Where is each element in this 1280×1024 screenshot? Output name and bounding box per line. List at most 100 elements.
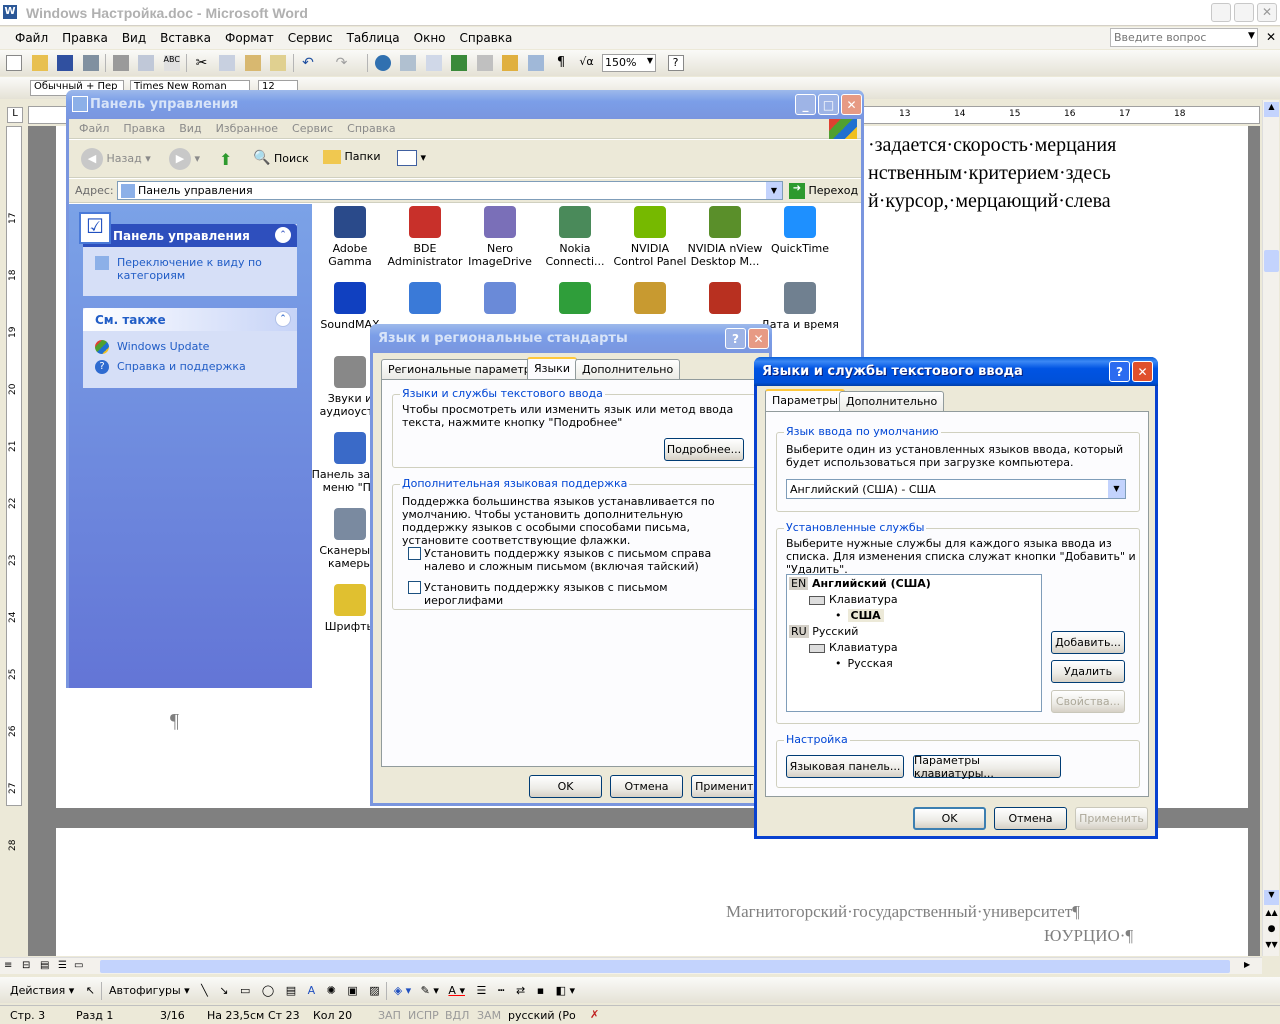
tab-selector[interactable]: L [7,107,23,123]
cp-icon-item[interactable] [610,282,690,318]
help-support-link[interactable]: ? Справка и поддержка [95,360,246,374]
3d-icon[interactable]: ◧ ▾ [556,984,575,997]
word-menu-item[interactable]: Формат [225,31,274,45]
copy-icon[interactable] [219,55,235,71]
tree-item-ru-keyboard[interactable]: Клавиатура [809,641,898,654]
spelling-status-icon[interactable]: ✗ [590,1008,599,1021]
cp-icon-item[interactable]: NVIDIA nView Desktop M... [685,206,765,268]
wordart-icon[interactable]: A [308,984,316,997]
vertical-scrollbar[interactable]: ▲ ▼ ▲▲ ● ▼▼ [1262,100,1279,956]
status-trk[interactable]: ИСПР [408,1009,439,1022]
cp-icon-item[interactable] [535,282,615,318]
cp-menu-item[interactable]: Файл [79,122,109,135]
word-menu-item[interactable]: Файл [15,31,48,45]
address-input[interactable]: Панель управления ▼ [117,181,783,200]
outline-view-icon[interactable]: ☰ [58,960,67,971]
regional-close-button[interactable]: ✕ [748,328,769,349]
docmap-icon[interactable] [527,55,544,71]
excel-icon[interactable] [451,55,467,71]
cp-icon-item[interactable]: Дата и время [760,282,840,331]
scroll-right-icon[interactable]: ▶ [1244,960,1250,969]
undo-icon[interactable]: ↶ [300,55,316,71]
hscroll-thumb[interactable] [100,960,1230,973]
complex-script-checkbox[interactable]: Установить поддержку языков с письмом сп… [408,547,738,573]
help-dropdown-icon[interactable]: ▼ [1248,31,1255,41]
normal-view-icon[interactable]: ≡ [4,960,12,971]
help-icon[interactable]: ? [667,55,684,71]
prev-page-icon[interactable]: ▲▲ [1264,908,1279,922]
properties-button[interactable]: Свойства... [1051,690,1125,713]
svc-apply-button[interactable]: Применить [1075,807,1148,830]
cp-icon-item[interactable] [685,282,765,318]
draw-actions-menu[interactable]: Действия ▾ [10,984,74,997]
select-objects-icon[interactable]: ↖ [86,984,95,997]
see-also-header[interactable]: См. также [83,308,297,331]
drawing-icon[interactable] [502,55,518,71]
select-dropdown-icon[interactable]: ▼ [1108,480,1125,498]
diagram-icon[interactable]: ✺ [327,984,336,997]
maximize-button[interactable] [1234,3,1254,22]
regional-cancel-button[interactable]: Отмена [610,775,683,798]
cp-icon-item[interactable]: Nero ImageDrive [460,206,540,268]
line-style-icon[interactable]: ☰ [476,984,486,997]
word-menu-item[interactable]: Правка [62,31,108,45]
cp-icon-item[interactable] [460,282,540,318]
details-button[interactable]: Подробнее... [664,438,744,461]
cp-menu-item[interactable]: Сервис [292,122,333,135]
dash-style-icon[interactable]: ┅ [498,984,505,997]
svc-help-button[interactable]: ? [1109,361,1130,382]
tree-item-en-keyboard[interactable]: Клавиатура [809,593,898,606]
cp-menu-item[interactable]: Справка [347,122,395,135]
go-button[interactable]: ➜ Переход [789,183,858,199]
arrow-icon[interactable]: ↘ [219,984,228,997]
show-formatting-icon[interactable]: ¶ [553,55,569,71]
svc-ok-button[interactable]: OK [913,807,986,830]
picture-icon[interactable]: ▨ [369,984,379,997]
save-icon[interactable] [57,55,73,71]
scroll-thumb[interactable] [1264,250,1279,272]
checkbox[interactable] [408,547,421,560]
windows-update-link[interactable]: Windows Update [95,340,209,354]
line-color-icon[interactable]: ✎ ▾ [421,984,439,997]
language-bar-button[interactable]: Языковая панель... [786,755,904,778]
status-rec[interactable]: ЗАП [378,1009,401,1022]
browse-object-icon[interactable]: ● [1264,924,1279,938]
folders-button[interactable]: Папки [323,150,381,164]
svc-close-button[interactable]: ✕ [1132,361,1153,382]
zoom-box[interactable]: 150% ▼ [602,54,656,72]
fill-color-icon[interactable]: ◈ ▾ [394,984,411,997]
cp-menu-item[interactable]: Избранное [216,122,278,135]
tab-settings[interactable]: Параметры [765,389,845,411]
regional-ok-button[interactable]: OK [529,775,602,798]
spelling-icon[interactable]: ABC [163,55,180,71]
address-dropdown-icon[interactable]: ▼ [766,182,782,199]
format-painter-icon[interactable] [270,55,286,71]
tree-item-english[interactable]: EN Английский (США) [789,577,931,590]
redo-icon[interactable]: ↷ [334,55,350,71]
cut-icon[interactable]: ✂ [194,55,210,71]
forward-button[interactable]: ▶ ▾ [169,148,200,170]
views-button[interactable]: ▾ [397,150,426,166]
doc-text-line[interactable]: й·курсор,·мерцающий·слева [868,190,1111,213]
arrow-style-icon[interactable]: ⇄ [516,984,525,997]
cp-minimize-button[interactable]: _ [795,94,816,115]
open-icon[interactable] [31,55,48,71]
svc-cancel-button[interactable]: Отмена [994,807,1067,830]
formula-icon[interactable]: √α [579,55,595,71]
next-page-icon[interactable]: ▼▼ [1264,940,1279,954]
cp-close-button[interactable]: ✕ [841,94,862,115]
cp-panel-header[interactable]: Панель управления [83,224,297,247]
status-ext[interactable]: ВДЛ [445,1009,469,1022]
word-menu-item[interactable]: Сервис [288,31,333,45]
font-color-icon[interactable]: A ▾ [448,984,465,997]
east-asian-checkbox[interactable]: Установить поддержку языков с письмом ие… [408,581,738,607]
word-menu-item[interactable]: Справка [460,31,513,45]
tab-regional-options[interactable]: Региональные параметры [381,359,547,379]
print-view-icon[interactable]: ▤ [40,960,49,971]
word-menu-item[interactable]: Вид [122,31,146,45]
paste-icon[interactable] [244,55,261,71]
word-menu-item[interactable]: Окно [414,31,446,45]
hyperlink-icon[interactable] [374,55,391,71]
oval-icon[interactable]: ◯ [262,984,274,997]
cp-icon-item[interactable]: Nokia Connecti... [535,206,615,268]
